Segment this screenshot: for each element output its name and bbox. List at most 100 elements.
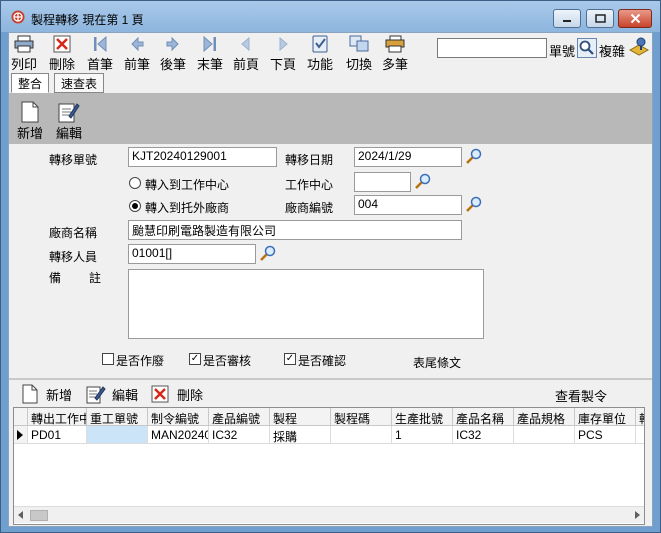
- vendor-code-field[interactable]: 004: [354, 195, 462, 215]
- transfer-no-field[interactable]: KJT20240129001: [128, 147, 277, 167]
- grid-cell[interactable]: MAN20240: [148, 426, 209, 444]
- tab-quick-lookup[interactable]: 速查表: [54, 73, 104, 93]
- toolbar-delete-button[interactable]: 刪除: [49, 33, 75, 73]
- header-new-label: 新增: [16, 126, 43, 141]
- toolbar-next-record-button[interactable]: 後筆: [160, 33, 186, 73]
- transfer-date-field[interactable]: 2024/1/29: [354, 147, 462, 167]
- work-center-field[interactable]: [354, 172, 411, 192]
- maximize-icon: [594, 14, 606, 23]
- confirmed-checkbox[interactable]: ✓: [284, 353, 296, 365]
- toolbar-print-button[interactable]: 列印: [11, 33, 37, 73]
- transfer-person-field[interactable]: 01001[]: [128, 244, 256, 264]
- order-number-search-input[interactable]: [437, 38, 547, 58]
- grid-header-cell[interactable]: 產品名稱: [453, 408, 514, 426]
- toolbar-prev-record-button[interactable]: 前筆: [124, 33, 150, 73]
- vendor-name-label: 廠商名稱: [49, 226, 98, 240]
- app-logo-icon: [11, 10, 25, 24]
- toolbar-prev-page-label: 前頁: [233, 57, 260, 72]
- next-record-icon: [166, 36, 179, 52]
- detail-delete-button[interactable]: 刪除: [151, 383, 203, 405]
- detail-new-label: 新增: [46, 387, 73, 403]
- vendor-name-field[interactable]: 颱慧印刷電路製造有限公司: [128, 220, 462, 240]
- copy-label: 複雜: [599, 44, 626, 59]
- scroll-left-icon[interactable]: [17, 511, 25, 519]
- header-new-button[interactable]: 新增: [15, 101, 45, 146]
- work-center-lookup-icon[interactable]: [414, 172, 432, 190]
- close-button[interactable]: [618, 9, 652, 28]
- grid-cell[interactable]: [636, 426, 644, 444]
- grid-header-cell[interactable]: 製程碼: [331, 408, 392, 426]
- header-edit-button[interactable]: 編輯: [54, 101, 84, 146]
- toolbar-function-button[interactable]: 功能: [307, 33, 333, 73]
- to-vendor-radio[interactable]: [129, 200, 141, 212]
- toolbar-print-label: 列印: [11, 57, 38, 72]
- delete-icon: [53, 35, 71, 53]
- window-title: 製程轉移 現在第 1 頁: [31, 13, 144, 27]
- to-work-center-radio[interactable]: [129, 177, 141, 189]
- footer-text-button[interactable]: 表尾條文: [413, 354, 461, 371]
- function-icon: [312, 35, 328, 53]
- grid-cell[interactable]: 1: [392, 426, 453, 444]
- grid-cell[interactable]: PCS: [575, 426, 636, 444]
- toolbar-delete-label: 刪除: [49, 57, 76, 72]
- grid-header-cell[interactable]: 生產批號: [392, 408, 453, 426]
- next-page-icon: [279, 36, 288, 52]
- transfer-date-lookup-icon[interactable]: [465, 147, 483, 165]
- void-checkbox[interactable]: [102, 353, 114, 365]
- grid-header-cell[interactable]: 產品規格: [514, 408, 575, 426]
- toolbar-next-page-button[interactable]: 下頁: [270, 33, 296, 73]
- grid-header-cell[interactable]: 庫存單位: [575, 408, 636, 426]
- minimize-button[interactable]: [553, 9, 581, 28]
- void-label: 是否作廢: [116, 354, 165, 368]
- toolbar-multi-record-button[interactable]: 多筆: [382, 33, 408, 73]
- toolbar-prev-record-label: 前筆: [124, 57, 151, 72]
- maximize-button[interactable]: [586, 9, 614, 28]
- scroll-right-icon[interactable]: [633, 511, 641, 519]
- grid-header-cell[interactable]: 制令編號: [148, 408, 209, 426]
- grid-cell[interactable]: IC32: [209, 426, 270, 444]
- grid-horizontal-scrollbar[interactable]: [14, 506, 644, 523]
- remark-textarea[interactable]: [128, 269, 484, 339]
- grid-row-indicator[interactable]: [14, 426, 28, 444]
- prev-page-icon: [241, 36, 250, 52]
- transfer-person-value: 01001[]: [132, 246, 173, 260]
- toolbar-last-record-button[interactable]: 末筆: [197, 33, 223, 73]
- grid-cell[interactable]: [514, 426, 575, 444]
- transfer-person-label: 轉移人員: [49, 250, 98, 264]
- to-vendor-label: 轉入到托外廠商: [145, 201, 230, 215]
- toolbar-first-record-button[interactable]: 首筆: [87, 33, 113, 73]
- tab-integrated[interactable]: 整合: [11, 73, 49, 93]
- grid-header-cell[interactable]: 轉出工作中: [28, 408, 87, 426]
- vendor-name-value: 颱慧印刷電路製造有限公司: [132, 224, 277, 238]
- vendor-code-lookup-icon[interactable]: [465, 195, 483, 213]
- search-icon[interactable]: [577, 38, 597, 58]
- switch-icon: [349, 35, 369, 52]
- grid-cell-selected[interactable]: [87, 426, 148, 444]
- grid-header-cell[interactable]: 製程: [270, 408, 331, 426]
- detail-edit-button[interactable]: 編輯: [86, 383, 138, 405]
- copy-tool-icon[interactable]: [628, 35, 650, 59]
- grid-header-cell[interactable]: 產品編號: [209, 408, 270, 426]
- grid-header-cell[interactable]: 轉: [636, 408, 644, 426]
- transfer-person-lookup-icon[interactable]: [259, 244, 277, 262]
- toolbar-last-record-label: 末筆: [197, 57, 224, 72]
- grid-cell[interactable]: PD01: [28, 426, 87, 444]
- grid-cell[interactable]: IC32: [453, 426, 514, 444]
- detail-delete-label: 刪除: [177, 387, 204, 403]
- detail-new-button[interactable]: 新增: [22, 383, 72, 405]
- view-production-order-button[interactable]: 查看製令: [555, 386, 607, 405]
- grid-corner-header: [14, 408, 28, 426]
- toolbar-switch-button[interactable]: 切換: [346, 33, 372, 73]
- grid-cell[interactable]: [331, 426, 392, 444]
- reviewed-checkbox[interactable]: ✓: [189, 353, 201, 365]
- scroll-thumb[interactable]: [30, 510, 48, 521]
- title-bar[interactable]: 製程轉移 現在第 1 頁: [1, 1, 660, 32]
- first-record-icon: [94, 35, 107, 53]
- grid-header-cell[interactable]: 重工單號: [87, 408, 148, 426]
- remark-label-first: 備: [49, 271, 62, 285]
- detail-grid[interactable]: 轉出工作中 重工單號 制令編號 產品編號 製程 製程碼 生產批號 產品名稱 產品…: [13, 407, 645, 525]
- toolbar-prev-page-button[interactable]: 前頁: [233, 33, 259, 73]
- header-edit-label: 編輯: [55, 126, 82, 141]
- grid-cell[interactable]: 採購: [270, 426, 331, 444]
- delete-row-icon: [151, 385, 169, 403]
